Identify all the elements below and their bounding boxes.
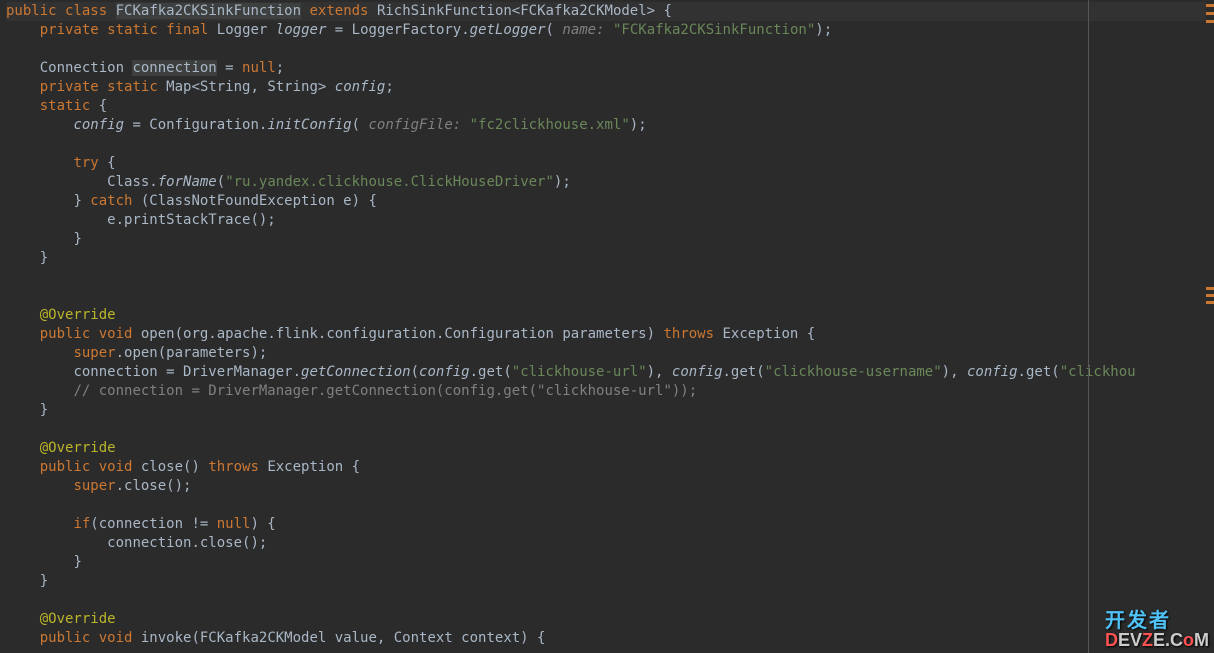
watermark-logo: 开发者 DEVZE.CoM [1105,611,1209,649]
code-line[interactable]: @Override [6,306,1214,325]
code-line[interactable]: try { [6,154,1214,173]
code-line[interactable]: e.printStackTrace(); [6,211,1214,230]
code-line[interactable] [6,135,1214,154]
code-line[interactable]: if(connection != null) { [6,515,1214,534]
code-line[interactable]: connection = DriverManager.getConnection… [6,363,1214,382]
code-line[interactable]: private static Map<String, String> confi… [6,78,1214,97]
code-line[interactable]: } [6,553,1214,572]
code-line[interactable]: } [6,249,1214,268]
minimap-mark [1206,20,1214,23]
code-line[interactable]: private static final Logger logger = Log… [6,21,1214,40]
code-line[interactable]: } catch (ClassNotFoundException e) { [6,192,1214,211]
code-line[interactable] [6,268,1214,287]
code-line[interactable]: public void invoke(FCKafka2CKModel value… [6,629,1214,648]
minimap-mark [1206,294,1214,297]
code-line[interactable] [6,287,1214,306]
code-line[interactable]: public void close() throws Exception { [6,458,1214,477]
variable-highlighted: connection [132,60,216,76]
code-line[interactable]: } [6,401,1214,420]
code-line[interactable]: } [6,230,1214,249]
code-line[interactable]: @Override [6,439,1214,458]
code-line[interactable] [6,591,1214,610]
minimap-mark [1206,301,1214,304]
code-line[interactable]: // connection = DriverManager.getConnect… [6,382,1214,401]
code-line[interactable]: public void open(org.apache.flink.config… [6,325,1214,344]
code-line[interactable]: super.close(); [6,477,1214,496]
code-line[interactable] [6,420,1214,439]
code-line[interactable] [6,496,1214,515]
code-line[interactable]: Connection connection = null; [6,59,1214,78]
code-line[interactable]: Class.forName("ru.yandex.clickhouse.Clic… [6,173,1214,192]
code-editor[interactable]: public class FCKafka2CKSinkFunction exte… [0,0,1214,648]
minimap-scrollbar[interactable] [1206,0,1214,653]
code-line[interactable]: static { [6,97,1214,116]
code-line[interactable]: connection.close(); [6,534,1214,553]
code-line[interactable]: public class FCKafka2CKSinkFunction exte… [6,2,1214,21]
minimap-mark [1206,12,1214,15]
code-line[interactable] [6,40,1214,59]
class-name-highlighted: FCKafka2CKSinkFunction [116,3,301,19]
minimap-mark [1206,287,1214,290]
code-line[interactable]: @Override [6,610,1214,629]
code-line[interactable]: config = Configuration.initConfig( confi… [6,116,1214,135]
code-line[interactable]: super.open(parameters); [6,344,1214,363]
editor-margin-line [1088,0,1089,653]
minimap-mark [1206,4,1214,7]
code-line[interactable]: } [6,572,1214,591]
